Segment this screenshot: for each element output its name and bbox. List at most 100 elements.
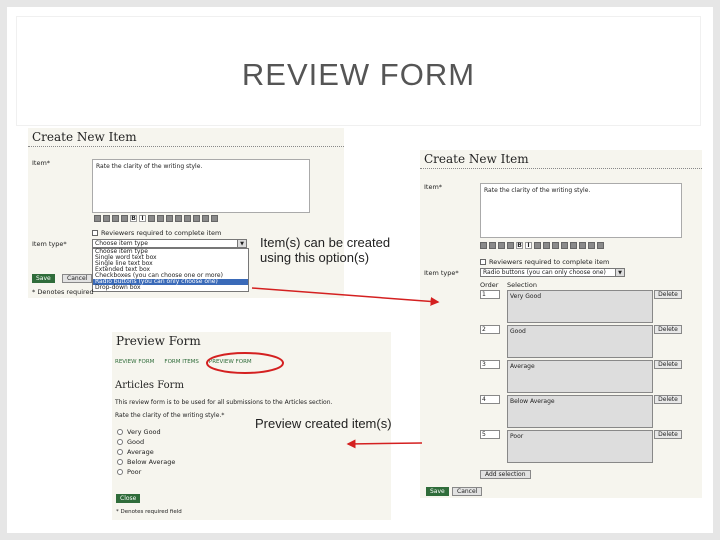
image-icon[interactable] xyxy=(588,242,595,249)
radio-label: Poor xyxy=(127,468,142,476)
radio-label: Very Good xyxy=(127,428,161,436)
italic-icon[interactable]: I xyxy=(525,242,532,249)
item-type-label: Item type* xyxy=(424,269,459,277)
radio-option[interactable]: Good xyxy=(117,438,144,446)
paste-text-icon[interactable] xyxy=(507,242,514,249)
radio-label: Good xyxy=(127,438,145,446)
checkbox-box[interactable] xyxy=(92,230,98,236)
bold-icon[interactable]: B xyxy=(516,242,523,249)
fullscreen-icon[interactable] xyxy=(211,215,218,222)
paste-text-icon[interactable] xyxy=(121,215,128,222)
html-icon[interactable] xyxy=(579,242,586,249)
checkbox-box[interactable] xyxy=(480,259,486,265)
chevron-down-icon[interactable]: ▼ xyxy=(615,269,624,276)
selection-header: Selection xyxy=(507,281,537,289)
form-title: Articles Form xyxy=(115,380,184,391)
chevron-down-icon[interactable]: ▼ xyxy=(237,240,246,247)
panel-title: Create New Item xyxy=(420,150,702,169)
title-band: REVIEW FORM xyxy=(17,17,700,125)
panel-title: Create New Item xyxy=(28,128,344,147)
order-input[interactable]: 4 xyxy=(480,395,500,404)
cancel-button[interactable]: Cancel xyxy=(62,274,93,283)
radio-circle[interactable] xyxy=(117,459,123,465)
radio-option[interactable]: Below Average xyxy=(117,458,175,466)
cut-icon[interactable] xyxy=(94,215,101,222)
save-button[interactable]: Save xyxy=(426,487,449,496)
item-type-label: Item type* xyxy=(32,240,67,248)
dropdown-option[interactable]: Drop-down box xyxy=(93,285,248,291)
order-header: Order xyxy=(480,281,499,289)
item-type-selected: Radio buttons (you can only choose one) xyxy=(483,269,606,276)
radio-circle[interactable] xyxy=(117,449,123,455)
delete-button[interactable]: Delete xyxy=(654,395,682,404)
italic-icon[interactable]: I xyxy=(139,215,146,222)
bullet-list-icon[interactable] xyxy=(534,242,541,249)
bullet-list-icon[interactable] xyxy=(148,215,155,222)
fullscreen-icon[interactable] xyxy=(597,242,604,249)
form-description: This review form is to be used for all s… xyxy=(115,399,333,406)
tab-review-form[interactable]: REVIEW FORM xyxy=(115,359,154,365)
selection-input[interactable]: Very Good xyxy=(507,290,653,323)
selection-input[interactable]: Good xyxy=(507,325,653,358)
create-note-line1: Item(s) can be created xyxy=(260,235,391,250)
tab-preview-form[interactable]: PREVIEW FORM xyxy=(209,359,252,365)
delete-button[interactable]: Delete xyxy=(654,430,682,439)
preview-tabs: REVIEW FORM FORM ITEMS PREVIEW FORM xyxy=(115,359,252,365)
image-icon[interactable] xyxy=(202,215,209,222)
order-input[interactable]: 3 xyxy=(480,360,500,369)
delete-button[interactable]: Delete xyxy=(654,290,682,299)
bold-icon[interactable]: B xyxy=(130,215,137,222)
numbered-list-icon[interactable] xyxy=(157,215,164,222)
selection-input[interactable]: Below Average xyxy=(507,395,653,428)
slide-title: REVIEW FORM xyxy=(241,57,476,92)
selection-input[interactable]: Average xyxy=(507,360,653,393)
radio-option[interactable]: Very Good xyxy=(117,428,161,436)
unlink-icon[interactable] xyxy=(175,215,182,222)
cancel-button[interactable]: Cancel xyxy=(452,487,483,496)
order-input[interactable]: 1 xyxy=(480,290,500,299)
close-button[interactable]: Close xyxy=(116,494,141,503)
unlink-icon[interactable] xyxy=(561,242,568,249)
create-note: Item(s) can be created using this option… xyxy=(260,235,390,265)
create-item-panel-left: Create New Item Item* Rate the clarity o… xyxy=(28,128,344,298)
copy-icon[interactable] xyxy=(489,242,496,249)
paste-icon[interactable] xyxy=(498,242,505,249)
copy-icon[interactable] xyxy=(103,215,110,222)
cut-icon[interactable] xyxy=(480,242,487,249)
item-type-select[interactable]: Choose item type ▼ xyxy=(92,239,247,248)
item-textarea[interactable]: Rate the clarity of the writing style. xyxy=(480,183,682,238)
preview-note: Preview created item(s) xyxy=(255,416,392,431)
paste-icon[interactable] xyxy=(112,215,119,222)
required-note: * Denotes required xyxy=(32,288,94,296)
link-icon[interactable] xyxy=(166,215,173,222)
reviewers-required-checkbox[interactable]: Reviewers required to complete item xyxy=(480,258,609,266)
reviewers-required-checkbox[interactable]: Reviewers required to complete item xyxy=(92,229,221,237)
tab-form-items[interactable]: FORM ITEMS xyxy=(164,359,199,365)
help-icon[interactable] xyxy=(570,242,577,249)
radio-option[interactable]: Poor xyxy=(117,468,141,476)
order-input[interactable]: 2 xyxy=(480,325,500,334)
radio-label: Below Average xyxy=(127,458,176,466)
numbered-list-icon[interactable] xyxy=(543,242,550,249)
radio-circle[interactable] xyxy=(117,469,123,475)
item-type-selected: Choose item type xyxy=(95,240,148,247)
html-icon[interactable] xyxy=(193,215,200,222)
create-item-panel-right: Create New Item Item* Rate the clarity o… xyxy=(420,150,702,498)
radio-circle[interactable] xyxy=(117,439,123,445)
editor-toolbar: B I xyxy=(480,241,604,250)
panel-title: Preview Form xyxy=(116,334,201,348)
link-icon[interactable] xyxy=(552,242,559,249)
required-note: * Denotes required field xyxy=(116,509,182,515)
selection-input[interactable]: Poor xyxy=(507,430,653,463)
order-input[interactable]: 5 xyxy=(480,430,500,439)
save-button[interactable]: Save xyxy=(32,274,55,283)
delete-button[interactable]: Delete xyxy=(654,325,682,334)
radio-circle[interactable] xyxy=(117,429,123,435)
item-textarea[interactable]: Rate the clarity of the writing style. xyxy=(92,159,310,213)
radio-option[interactable]: Average xyxy=(117,448,154,456)
delete-button[interactable]: Delete xyxy=(654,360,682,369)
item-type-select[interactable]: Radio buttons (you can only choose one) … xyxy=(480,268,625,277)
add-selection-button[interactable]: Add selection xyxy=(480,470,531,479)
checkbox-label: Reviewers required to complete item xyxy=(489,258,610,266)
help-icon[interactable] xyxy=(184,215,191,222)
